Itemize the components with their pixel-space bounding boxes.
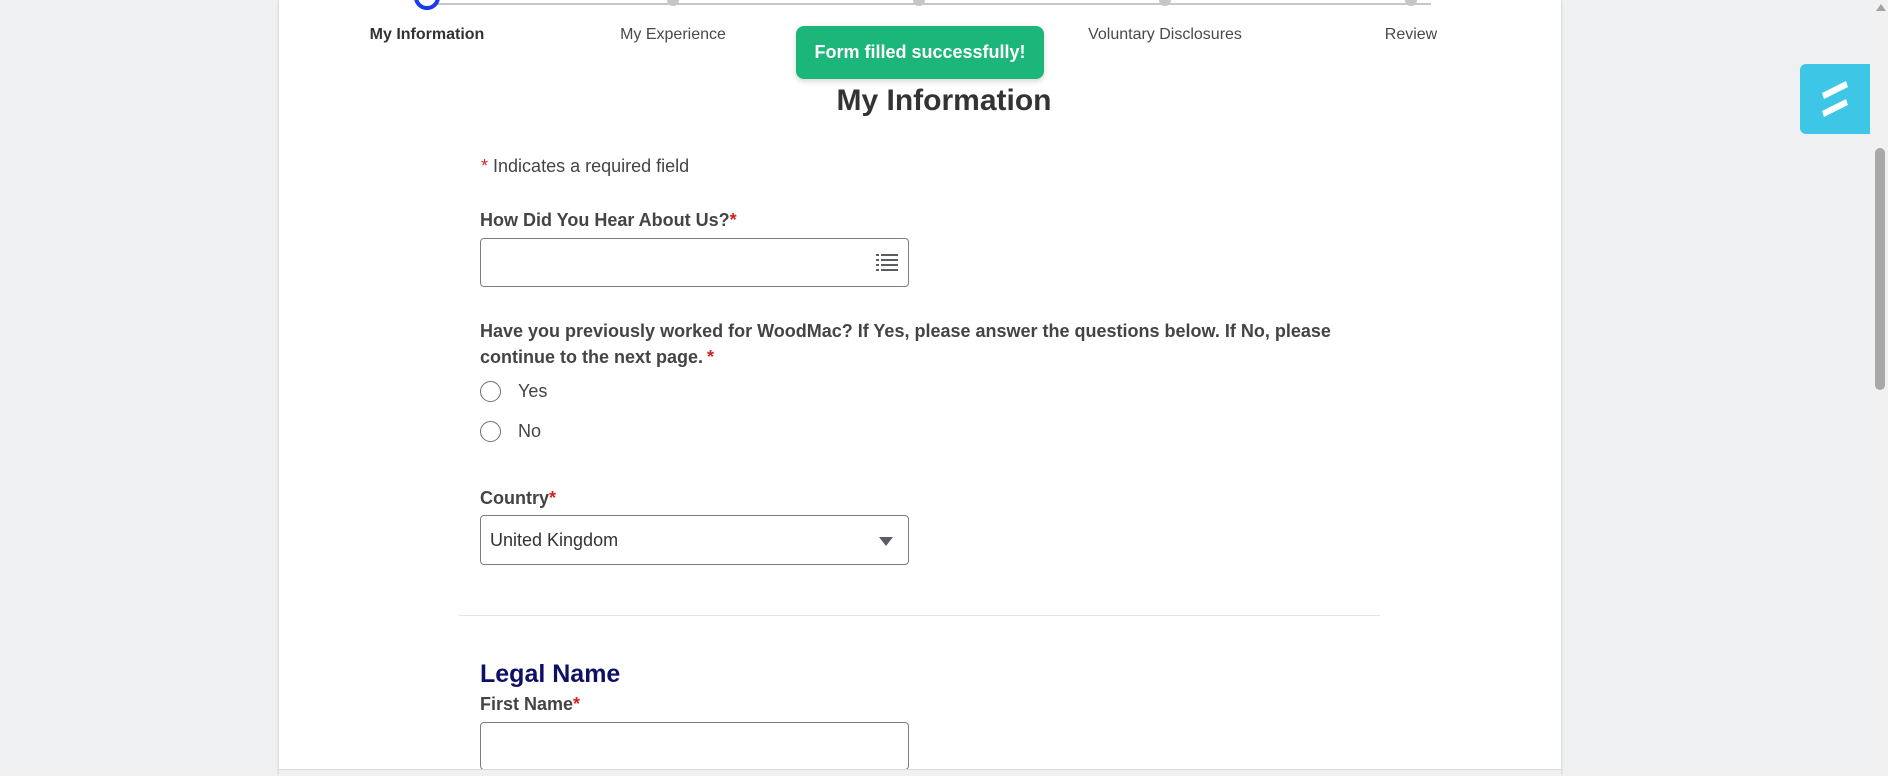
required-note-text: Indicates a required field	[493, 156, 690, 176]
first-name-label-text: First Name	[480, 694, 574, 714]
scroll-up-arrow-icon[interactable]	[1876, 4, 1886, 11]
radio-label-no: No	[518, 421, 542, 441]
radio-label-yes: Yes	[518, 381, 548, 401]
step-label-voluntary-disclosures: Voluntary Disclosures	[1088, 26, 1242, 43]
required-star: *	[549, 488, 557, 508]
radio-button-no[interactable]	[480, 421, 501, 442]
step-label-review: Review	[1384, 26, 1438, 43]
brand-logo-icon	[1822, 81, 1848, 117]
required-star: *	[573, 694, 581, 714]
list-icon[interactable]	[876, 253, 898, 271]
page-scrollbar[interactable]	[1872, 0, 1888, 775]
required-field-note: * Indicates a required field	[481, 156, 689, 177]
step-label-my-experience: My Experience	[620, 26, 726, 43]
hear-about-input[interactable]	[480, 238, 909, 287]
radio-button-yes[interactable]	[480, 381, 501, 402]
country-label-text: Country	[480, 488, 549, 508]
step-label-my-information: My Information	[369, 26, 485, 43]
country-selected-value: United Kingdom	[490, 529, 619, 550]
success-toast: Form filled successfully!	[796, 26, 1044, 79]
radio-option-yes[interactable]: Yes	[480, 381, 547, 402]
radio-option-no[interactable]: No	[480, 421, 541, 442]
page-title: My Information	[836, 84, 1052, 117]
section-divider	[459, 615, 1380, 616]
worked-before-question-text: Have you previously worked for WoodMac? …	[480, 321, 1331, 367]
required-star: *	[481, 156, 489, 176]
required-star: *	[729, 210, 737, 230]
required-star: *	[707, 347, 715, 367]
hear-about-label-text: How Did You Hear About Us?	[480, 210, 730, 230]
first-name-input[interactable]	[480, 722, 909, 770]
worked-before-question: Have you previously worked for WoodMac? …	[480, 318, 1360, 370]
first-name-label: First Name*	[480, 694, 580, 715]
caret-down-icon[interactable]	[879, 537, 893, 546]
country-label: Country*	[480, 488, 556, 509]
legal-name-heading: Legal Name	[480, 660, 621, 688]
stepper-track	[427, 3, 1431, 5]
hear-about-label: How Did You Hear About Us?*	[480, 210, 737, 231]
country-select[interactable]: United Kingdom	[480, 515, 909, 565]
scrollbar-thumb[interactable]	[1875, 148, 1885, 390]
floating-widget-button[interactable]	[1800, 64, 1870, 134]
